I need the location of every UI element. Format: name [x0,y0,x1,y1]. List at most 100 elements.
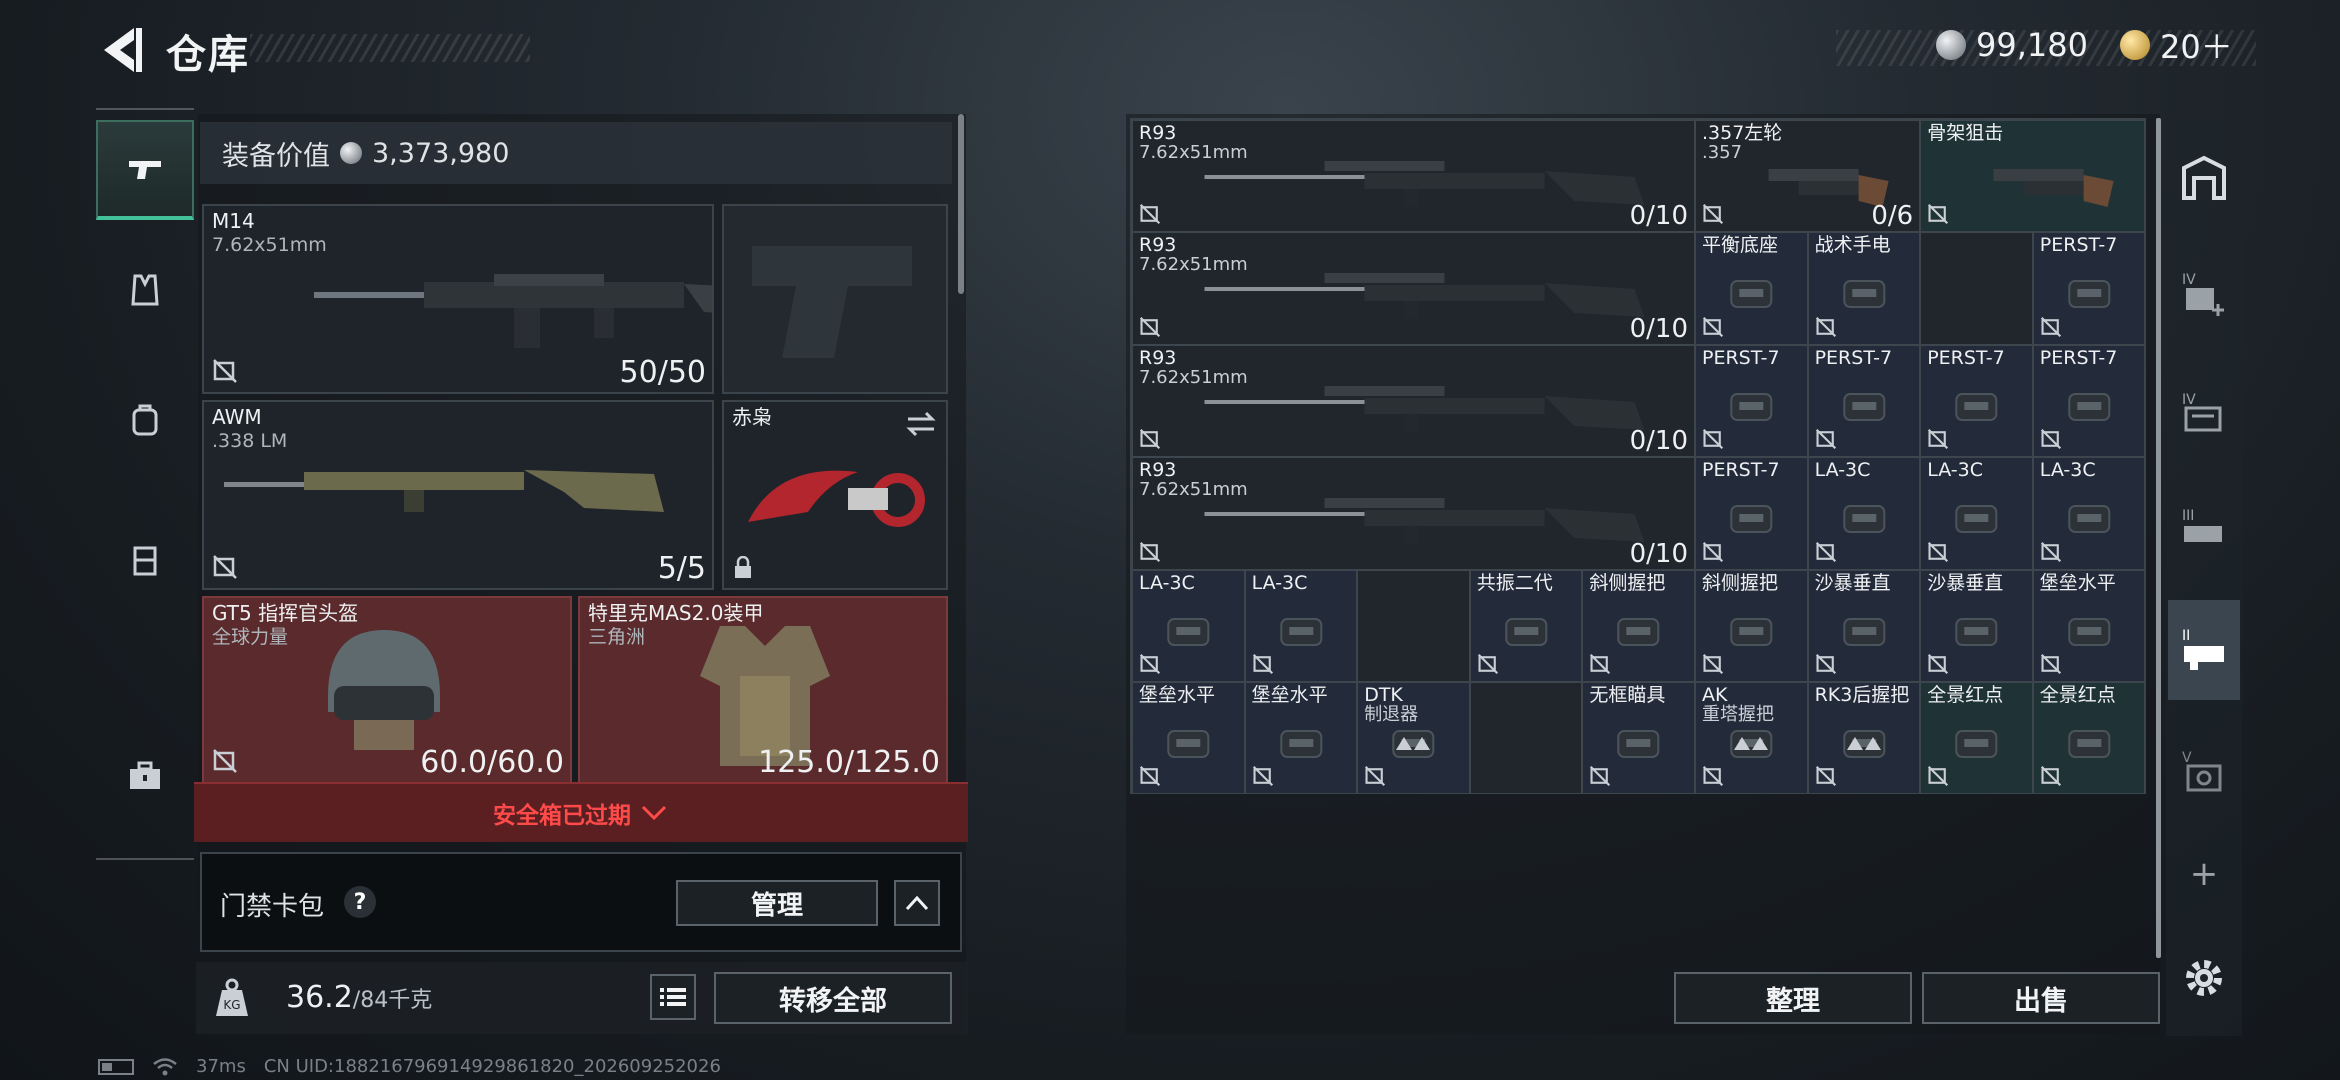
storage-page-ii[interactable]: II [2168,600,2240,700]
no-insure-icon [1252,653,1273,675]
svg-text:KG: KG [223,998,240,1012]
page-iv-add-icon: IV [2182,272,2224,316]
slot-item-name: M14 [212,209,255,233]
equipment-scrollbar[interactable] [958,114,964,294]
no-insure-icon [1702,541,1724,562]
warehouse-item[interactable]: 全景红点 [1920,682,2033,795]
item-subtitle: 7.62x51mm [1139,479,1248,501]
warehouse-item[interactable]: 全景红点 [2032,682,2146,795]
warehouse-item[interactable]: LA-3C [1244,569,1358,682]
item-image [1204,161,1645,207]
slot-armor[interactable]: 特里克MAS2.0装甲 三角洲 125.0/125.0 [578,596,948,784]
warehouse-item[interactable]: R93 7.62x51mm 0/10 [1132,120,1695,233]
warehouse-item[interactable]: 共振二代 [1469,569,1583,682]
warehouse-item[interactable]: 堡垒水平 [1132,682,1245,795]
helmet-image [328,630,440,750]
storage-page-iii[interactable]: III [2168,480,2240,580]
warehouse-item[interactable]: LA-3C [1132,569,1245,682]
item-name: PERST-7 [1927,346,2005,369]
warehouse-item[interactable]: PERST-7 [2032,232,2146,345]
add-page-button[interactable]: + [2168,848,2240,900]
no-insure-icon [1702,429,1724,450]
no-insure-icon [1702,204,1724,225]
help-button[interactable]: ? [344,886,376,918]
warehouse-scrollbar[interactable] [2156,118,2161,958]
back-button[interactable] [96,22,144,78]
warehouse-item[interactable]: 骨架狙击 [1920,120,2146,233]
collapse-button[interactable] [894,880,940,926]
warehouse-item[interactable]: R93 7.62x51mm 0/10 [1132,232,1695,345]
warehouse-item[interactable]: 无框瞄具 [1582,682,1695,795]
category-case[interactable] [96,726,194,826]
warehouse-item[interactable]: 堡垒水平 [1244,682,1358,795]
item-name: DTK [1364,684,1403,706]
storage-page-v[interactable]: V [2168,722,2240,822]
no-insure-icon [1702,653,1724,675]
item-name: 战术手电 [1814,234,1891,257]
warehouse-item[interactable]: RK3后握把 [1807,682,1921,795]
warehouse-empty-cell[interactable] [1357,569,1470,682]
warehouse-item[interactable]: LA-3C [1920,457,2033,570]
warehouse-item[interactable]: PERST-7 [1920,344,2033,458]
transfer-all-button[interactable]: 转移全部 [714,972,952,1024]
warehouse-item[interactable]: PERST-7 [2032,344,2146,458]
warehouse-item[interactable]: PERST-7 [1695,457,1808,570]
slot-secondary-weapon[interactable]: AWM .338 LM 5/5 [202,400,714,590]
warehouse-item[interactable]: 斜侧握把 [1695,569,1808,682]
warehouse-item[interactable]: 斜侧握把 [1582,569,1695,682]
manage-button[interactable]: 管理 [676,880,878,926]
category-rig[interactable] [96,510,194,610]
warehouse-item[interactable]: 沙暴垂直 [1920,569,2033,682]
safe-box-expired-banner[interactable]: 安全箱已过期 [194,782,968,842]
list-view-button[interactable] [650,974,696,1020]
warehouse-item[interactable]: LA-3C [1807,457,1921,570]
sell-button[interactable]: 出售 [1922,972,2160,1024]
slot-helmet[interactable]: GT5 指挥官头盔 全球力量 60.0/60.0 [202,596,572,784]
storage-page-iv[interactable]: IV [2168,364,2240,464]
category-weapons[interactable] [96,120,194,220]
warehouse-empty-cell[interactable] [1469,682,1583,795]
swap-icon[interactable] [904,410,938,438]
slot-melee[interactable]: 赤枭 [722,400,948,590]
storage-page-main[interactable] [2168,128,2240,228]
storage-icon [2182,155,2226,200]
gold-token-icon [2120,30,2150,60]
warehouse-item[interactable]: R93 7.62x51mm 0/10 [1132,344,1695,458]
rifle-image [314,274,712,348]
item-name: 全景红点 [2039,684,2116,706]
svg-text:III: III [2182,508,2194,524]
warehouse-item[interactable]: 堡垒水平 [2032,569,2146,682]
item-subtitle: 重塔握把 [1702,704,1774,725]
warehouse-item[interactable]: 沙暴垂直 [1807,569,1921,682]
warehouse-item[interactable]: LA-3C [2032,457,2146,570]
item-name: PERST-7 [1702,346,1780,369]
warehouse-item[interactable]: PERST-7 [1695,344,1808,458]
slot-pistol[interactable] [722,204,948,394]
warehouse-item[interactable]: .357左轮 .357 0/6 [1695,120,1921,233]
category-backpack[interactable] [96,370,194,470]
wifi-icon [153,1057,177,1075]
no-insure-icon [1702,316,1724,337]
slot-primary-weapon[interactable]: M14 7.62x51mm 50/50 [202,204,714,394]
no-insure-icon [1139,766,1161,787]
currency-silver[interactable]: 99,180 [1936,24,2088,66]
currency-gold[interactable]: 20＋ [2120,24,2233,66]
sort-button[interactable]: 整理 [1674,972,1912,1024]
warehouse-item[interactable]: AK 重塔握把 [1695,682,1808,795]
warehouse-empty-cell[interactable] [1920,232,2033,345]
item-subtitle: 7.62x51mm [1139,142,1248,163]
warehouse-item[interactable]: 平衡底座 [1695,232,1808,345]
no-insure-icon [2040,429,2061,450]
item-image [1204,498,1645,545]
gun-icon [129,161,161,179]
no-insure-icon [1928,429,1949,450]
warehouse-item[interactable]: PERST-7 [1807,344,1921,458]
settings-button[interactable] [2168,930,2240,1026]
category-armor[interactable] [96,240,194,340]
no-insure-icon [1139,653,1161,675]
storage-page-iv-add[interactable]: IV [2168,244,2240,344]
warehouse-item[interactable]: R93 7.62x51mm 0/10 [1132,457,1695,570]
warehouse-item[interactable]: 战术手电 [1807,232,1921,345]
warehouse-item[interactable]: DTK 制退器 [1357,682,1470,795]
svg-text:II: II [2182,628,2190,644]
